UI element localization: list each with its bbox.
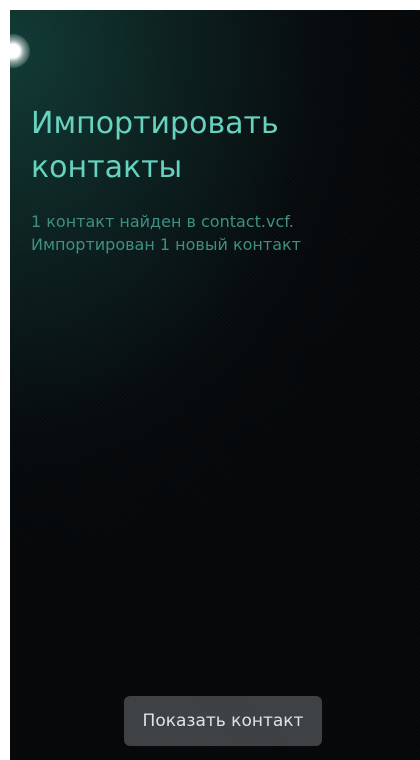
show-contact-button[interactable]: Показать контакт (124, 696, 322, 746)
contacts-found-text: 1 контакт найден в contact.vcf. (31, 212, 294, 231)
pulley-glow-icon (10, 34, 30, 68)
contacts-imported-text: Импортирован 1 новый контакт (31, 235, 301, 254)
import-contacts-screen: Импортировать контакты 1 контакт найден … (10, 10, 420, 760)
page-title-line-2: контакты (31, 150, 183, 185)
import-status-message: 1 контакт найден в contact.vcf. Импортир… (31, 210, 411, 256)
page-title: Импортировать контакты (31, 102, 401, 190)
page-title-line-1: Импортировать (31, 106, 279, 141)
